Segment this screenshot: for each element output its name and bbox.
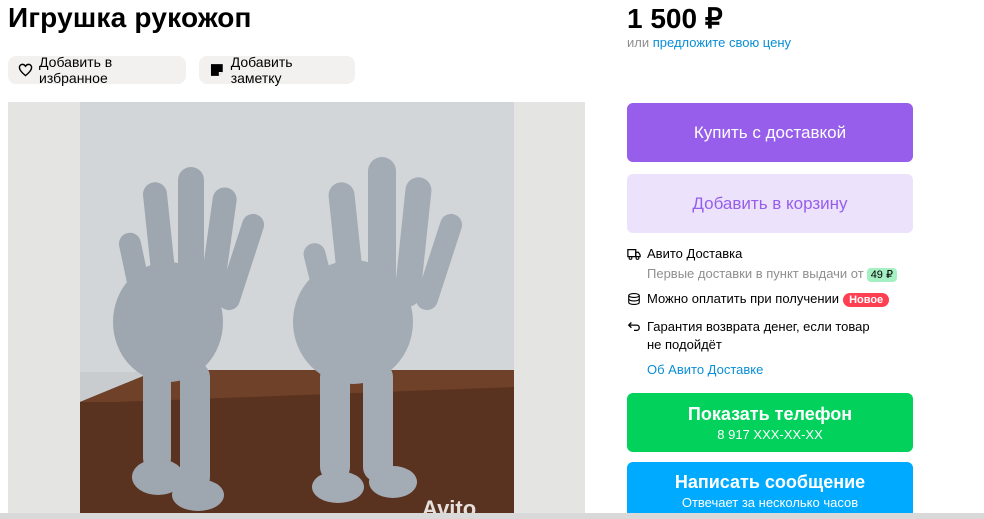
show-phone-button[interactable]: Показать телефон 8 917 XXX-XX-XX: [627, 393, 913, 452]
delivery-subtitle: Первые доставки в пункт выдачи от: [647, 266, 864, 281]
pay-on-receipt-text: Можно оплатить при получении: [647, 291, 840, 306]
listing-title: Игрушка рукожоп: [8, 2, 252, 33]
write-message-label: Написать сообщение: [674, 471, 866, 492]
new-badge: Новое: [843, 293, 890, 307]
offer-price-link[interactable]: предложите свою цену: [653, 35, 791, 50]
offer-prefix: или: [627, 35, 650, 50]
return-arrow-icon: [627, 322, 640, 332]
scrollbar-track[interactable]: [0, 513, 984, 519]
show-phone-label: Показать телефон: [687, 403, 853, 424]
delivery-info: Авито Доставка Первые доставки в пункт в…: [627, 246, 897, 282]
about-delivery-link[interactable]: Об Авито Доставке: [647, 362, 763, 377]
coins-icon: [628, 293, 640, 305]
heart-icon: [18, 63, 33, 77]
guarantee-line-1: Гарантия возврата денег, если товар: [647, 319, 870, 334]
add-note-button[interactable]: Добавить заметку: [199, 54, 355, 86]
note-icon: [210, 64, 223, 76]
add-to-favorites-label: Добавить в избранное: [39, 54, 113, 86]
guarantee-line-2: не подойдёт: [647, 337, 722, 352]
add-to-favorites-button[interactable]: Добавить в избранное: [8, 54, 186, 86]
pay-on-receipt-info: Можно оплатить при получении Новое: [627, 291, 890, 307]
phone-number: 8 917 XXX-XX-XX: [717, 426, 823, 442]
buy-with-delivery-label: Купить с доставкой: [693, 122, 847, 142]
price-offer-text: или предложите свою цену: [627, 35, 791, 50]
delivery-title: Авито Доставка: [647, 246, 743, 261]
add-to-cart-label: Добавить в корзину: [692, 193, 848, 213]
price: 1 500 ₽: [627, 3, 723, 34]
guarantee-info: Гарантия возврата денег, если товар не п…: [627, 318, 870, 354]
buy-with-delivery-button[interactable]: Купить с доставкой: [627, 103, 913, 162]
add-note-label: Добавить заметку: [230, 54, 293, 86]
write-message-button[interactable]: Написать сообщение Отвечает за несколько…: [627, 462, 913, 519]
listing-photo[interactable]: Avito: [8, 102, 585, 519]
delivery-price-badge: 49 ₽: [866, 268, 897, 282]
truck-icon: [627, 249, 641, 260]
response-time: Отвечает за несколько часов: [681, 494, 859, 510]
add-to-cart-button[interactable]: Добавить в корзину: [627, 174, 913, 233]
